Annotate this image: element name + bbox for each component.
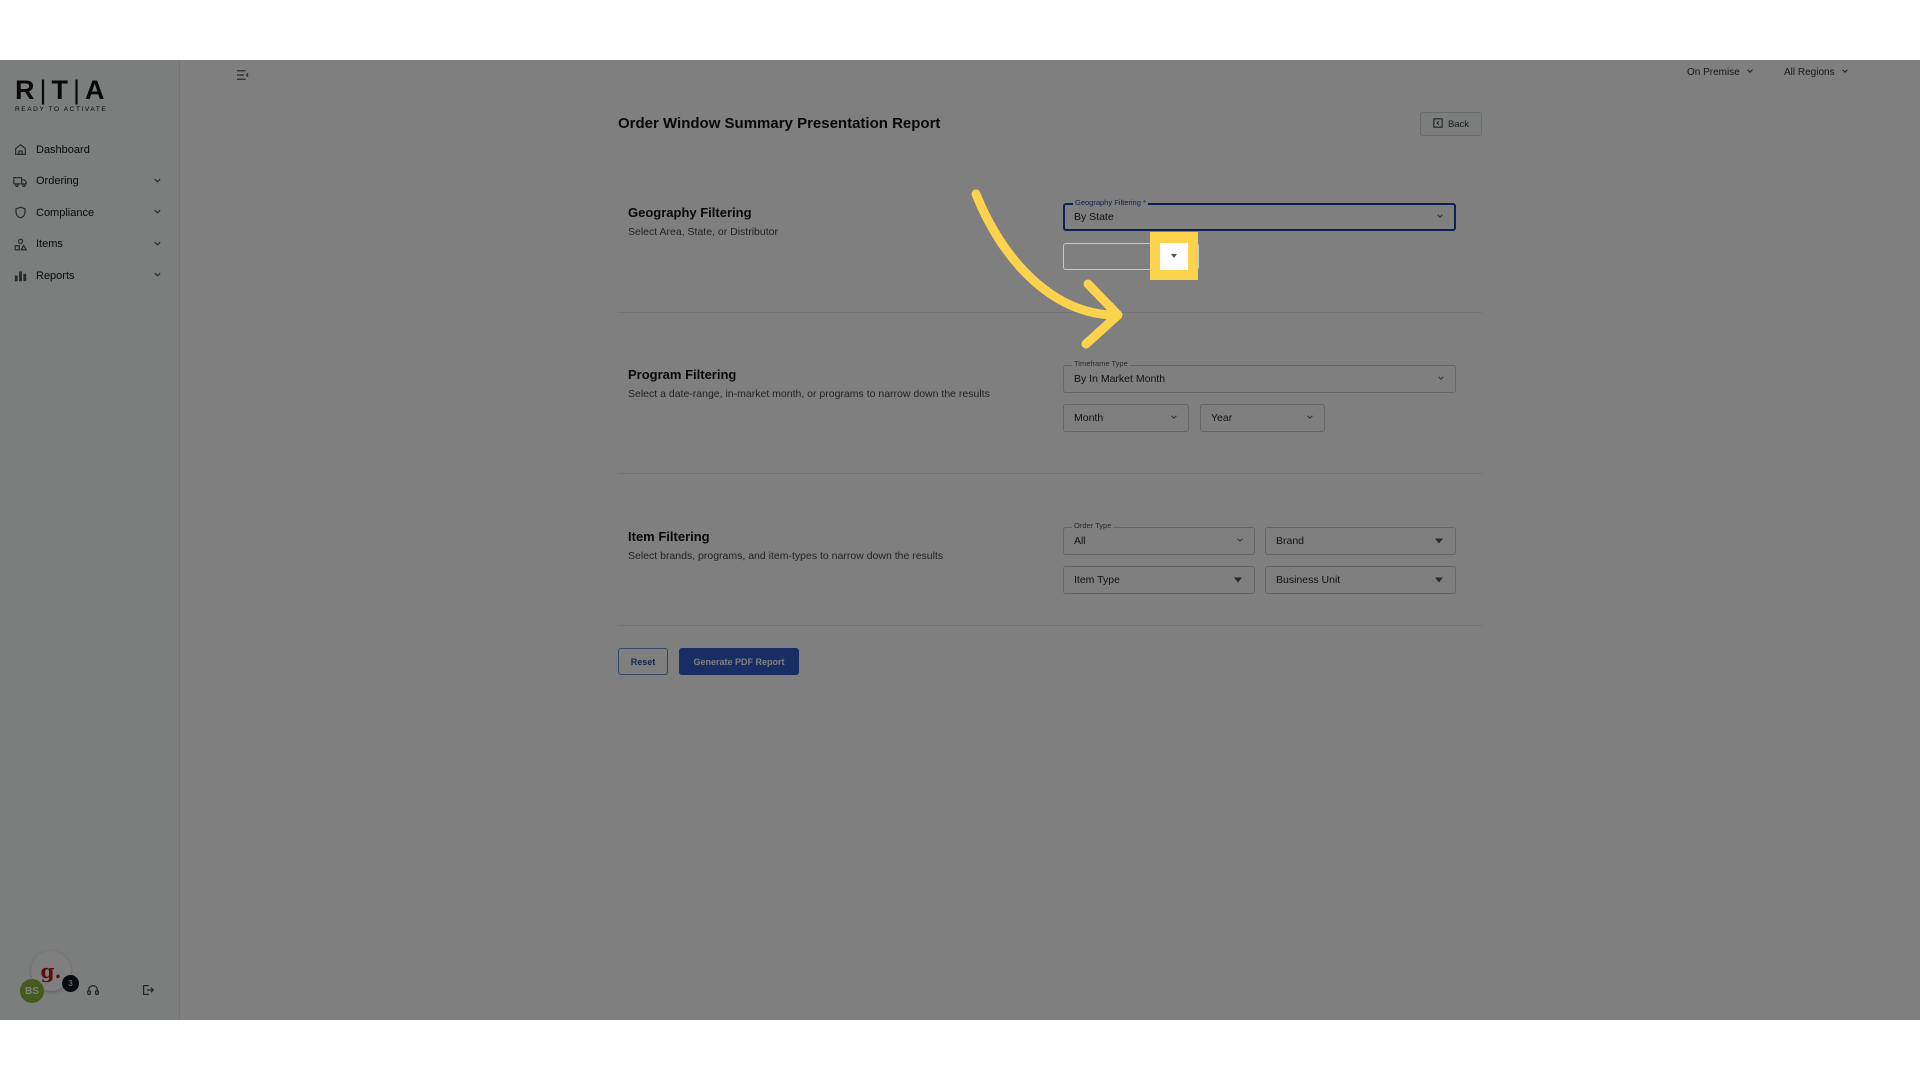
- region-selector[interactable]: All Regions: [1784, 67, 1849, 78]
- item-type-select[interactable]: Item Type: [1063, 566, 1255, 594]
- chevron-down-icon: [1306, 412, 1314, 424]
- chevron-down-icon: [1436, 211, 1444, 223]
- back-button-label: Back: [1447, 118, 1470, 130]
- collapse-sidebar-icon[interactable]: [236, 68, 250, 86]
- shield-icon: [13, 206, 27, 220]
- headset-icon[interactable]: [86, 983, 100, 1002]
- chevron-down-icon: [153, 270, 162, 282]
- timeframe-type-label: Timeframe Type: [1072, 359, 1130, 369]
- geography-section-description: Select Area, State, or Distributor: [628, 226, 778, 238]
- sidebar-item-label: Ordering: [36, 175, 79, 188]
- caret-down-icon: [1435, 577, 1443, 583]
- highlighted-dropdown-toggle[interactable]: [1150, 232, 1198, 280]
- item-section-title: Item Filtering: [628, 529, 710, 544]
- chevron-down-icon: [1746, 67, 1754, 78]
- order-type-select[interactable]: Order Type All: [1063, 521, 1255, 555]
- chevron-down-icon: [153, 176, 162, 188]
- order-type-value: All: [1074, 535, 1086, 547]
- pointer-arrow-icon: [971, 189, 1123, 349]
- sidebar-item-label: Reports: [36, 269, 75, 282]
- page-title: Order Window Summary Presentation Report: [618, 115, 941, 132]
- bar-chart-icon: [13, 269, 27, 283]
- item-section-description: Select brands, programs, and item-types …: [628, 550, 944, 562]
- section-divider: [618, 473, 1482, 474]
- chevron-down-icon: [1170, 412, 1178, 424]
- sidebar-item-reports[interactable]: Reports: [0, 260, 179, 292]
- section-divider: [618, 625, 1482, 626]
- year-select-placeholder: Year: [1211, 412, 1233, 424]
- truck-icon: [13, 174, 27, 188]
- app-window: R | T | A READY TO ACTIVATE Dashboard Orderi…: [0, 60, 1920, 1020]
- caret-down-icon: [1234, 577, 1242, 583]
- sidebar-item-label: Items: [36, 238, 63, 251]
- business-unit-select[interactable]: Business Unit: [1265, 566, 1456, 594]
- sidebar-item-label: Compliance: [36, 206, 95, 219]
- program-section-description: Select a date-range, in-market month, or…: [628, 388, 990, 400]
- caret-down-icon: [1171, 254, 1177, 258]
- chevron-down-icon: [1437, 373, 1445, 385]
- sidebar-item-compliance[interactable]: Compliance: [0, 197, 179, 229]
- chevron-down-icon: [1841, 67, 1849, 78]
- channel-selector[interactable]: On Premise: [1687, 67, 1754, 78]
- sidebar-item-dashboard[interactable]: Dashboard: [0, 134, 179, 166]
- timeframe-type-select[interactable]: Timeframe Type By In Market Month: [1063, 359, 1456, 393]
- logout-icon[interactable]: [141, 983, 155, 1002]
- chevron-down-icon: [1236, 535, 1244, 547]
- generate-pdf-report-button[interactable]: Generate PDF Report: [679, 648, 799, 675]
- program-section-title: Program Filtering: [628, 367, 737, 382]
- back-button[interactable]: Back: [1420, 112, 1482, 136]
- back-icon: [1433, 117, 1443, 131]
- order-type-label: Order Type: [1072, 521, 1114, 531]
- brand-select-placeholder: Brand: [1276, 535, 1305, 547]
- geography-section-title: Geography Filtering: [628, 205, 752, 220]
- brand-select[interactable]: Brand: [1265, 527, 1456, 555]
- logo-letter-a: A: [85, 75, 107, 105]
- shapes-icon: [13, 237, 27, 251]
- sidebar-item-ordering[interactable]: Ordering: [0, 166, 179, 198]
- year-select[interactable]: Year: [1200, 404, 1325, 432]
- caret-down-icon: [1435, 538, 1443, 544]
- sidebar-item-items[interactable]: Items: [0, 229, 179, 261]
- sidebar-item-label: Dashboard: [36, 143, 90, 156]
- item-type-select-placeholder: Item Type: [1074, 574, 1120, 586]
- chevron-down-icon: [153, 239, 162, 251]
- notification-count-badge[interactable]: 3: [62, 975, 79, 992]
- channel-selector-value: On Premise: [1687, 67, 1740, 78]
- logo-tagline: READY TO ACTIVATE: [15, 106, 108, 113]
- home-icon: [13, 143, 27, 157]
- avatar[interactable]: BS: [20, 979, 44, 1003]
- sidebar-nav: Dashboard Ordering Compliance Items Repo…: [0, 134, 179, 292]
- business-unit-select-placeholder: Business Unit: [1276, 574, 1341, 586]
- chevron-down-icon: [153, 207, 162, 219]
- sidebar: R | T | A READY TO ACTIVATE Dashboard Orderi…: [0, 60, 180, 1020]
- sidebar-footer: g. BS 3: [0, 945, 179, 1005]
- month-select-placeholder: Month: [1074, 412, 1104, 424]
- month-select[interactable]: Month: [1063, 404, 1189, 432]
- reset-button[interactable]: Reset: [618, 648, 668, 675]
- rta-logo[interactable]: R | T | A READY TO ACTIVATE: [15, 76, 107, 113]
- timeframe-type-value: By In Market Month: [1074, 373, 1166, 385]
- logo-letter-r: R: [15, 75, 37, 105]
- logo-letter-t: T: [51, 75, 71, 105]
- region-selector-value: All Regions: [1784, 67, 1835, 78]
